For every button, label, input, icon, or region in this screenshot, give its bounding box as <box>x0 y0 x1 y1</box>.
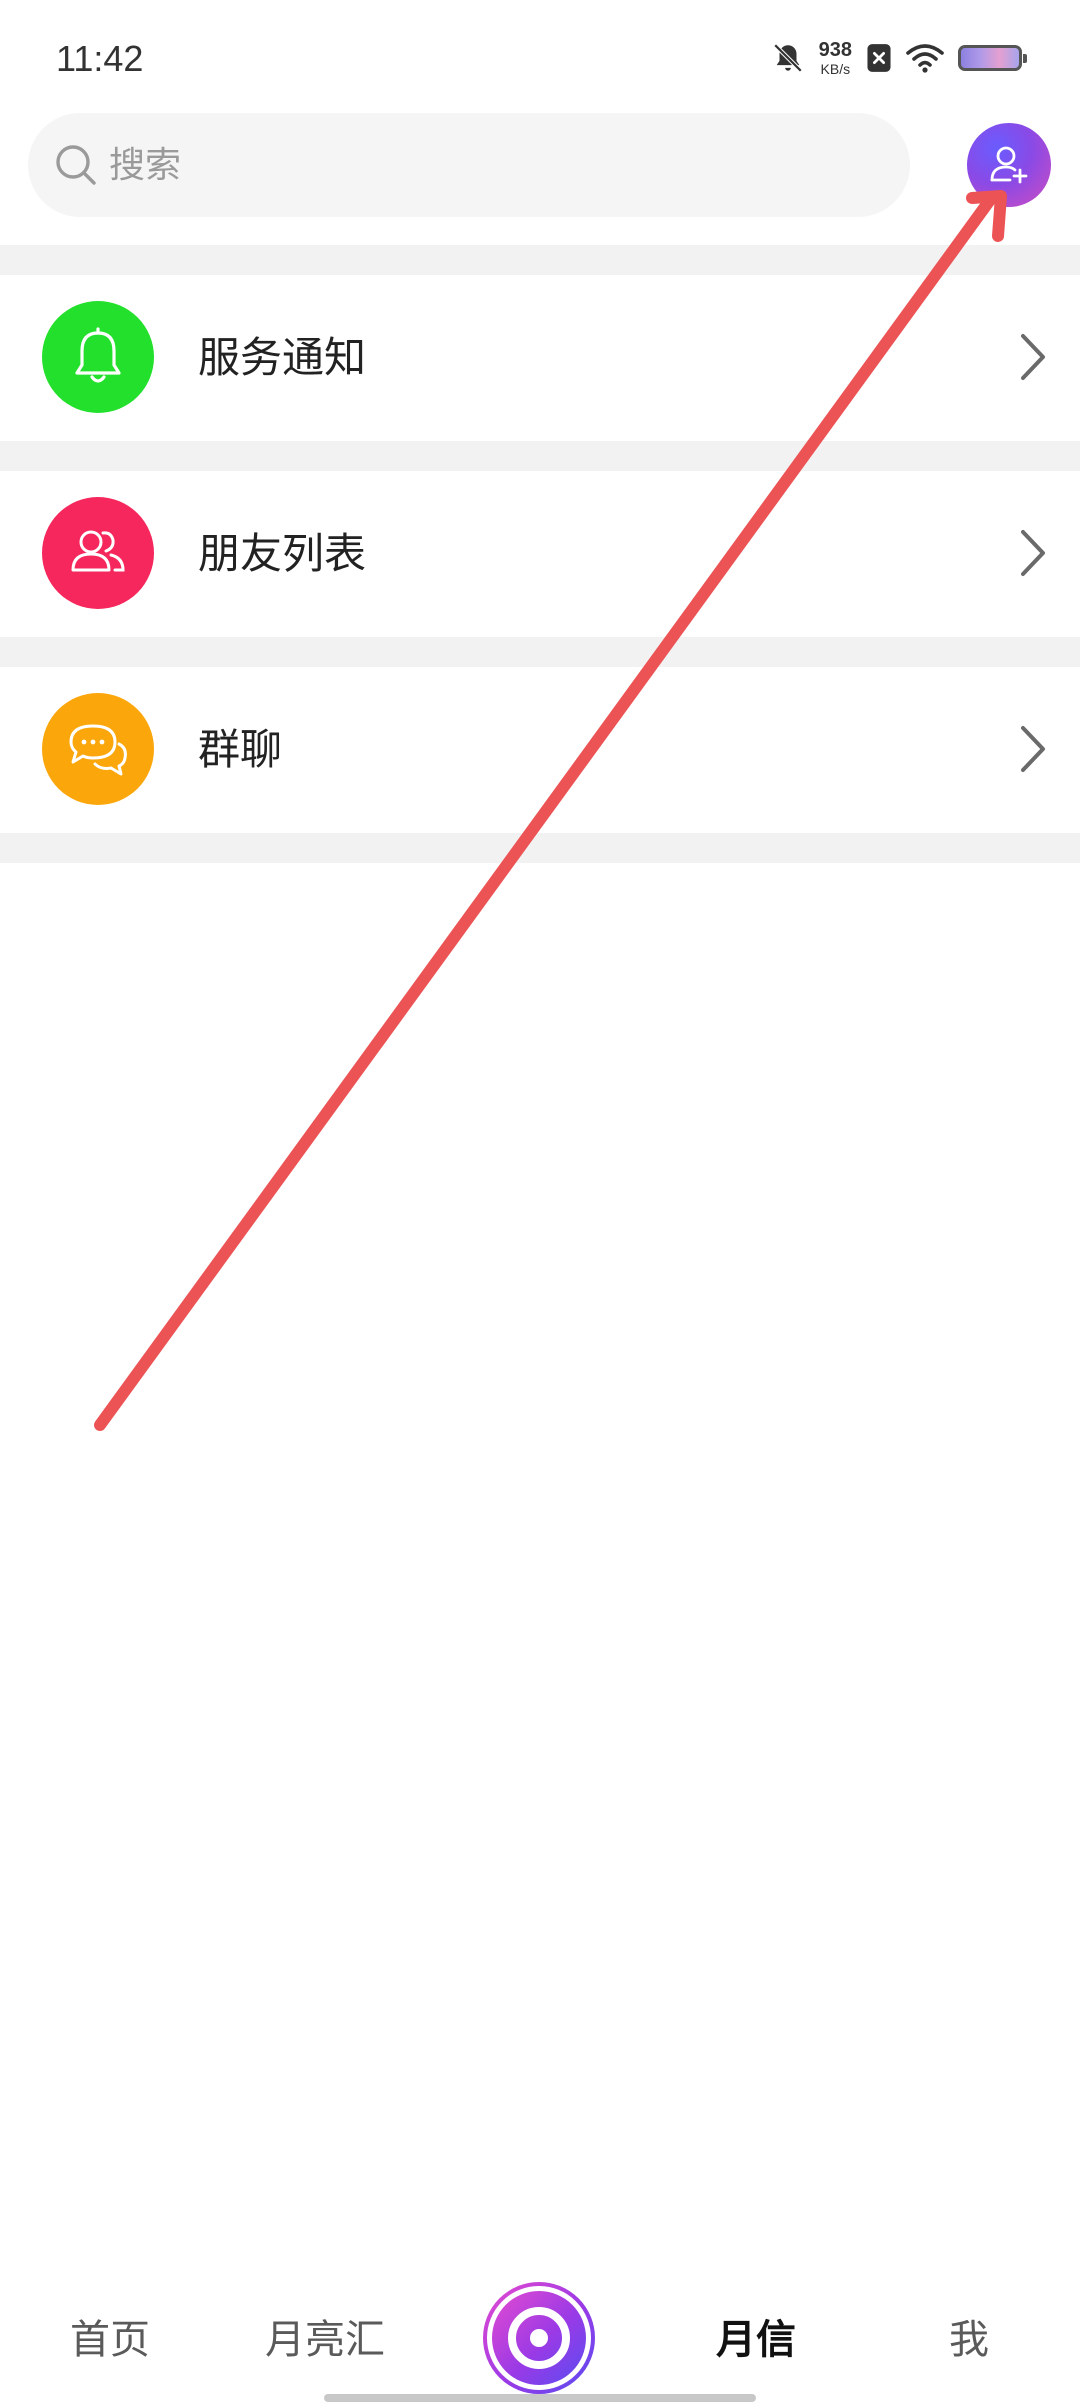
add-friend-button[interactable] <box>967 123 1051 207</box>
list-item-friend-list[interactable]: 朋友列表 <box>0 471 1080 637</box>
messages-screen: 11:42 938 KB/s 搜索 服务通知 朋友列表 群聊 首页 月亮汇 月信… <box>0 0 1080 2408</box>
row-label: 群聊 <box>198 725 283 774</box>
status-time: 11:42 <box>56 38 144 79</box>
bottom-nav: 首页 月亮汇 月信 我 <box>0 2270 1080 2408</box>
section-divider <box>0 245 1080 275</box>
center-target-icon <box>483 2282 595 2394</box>
status-icons: 938 KB/s <box>771 40 1027 76</box>
chat-bubbles-icon <box>63 714 133 784</box>
net-speed-unit: KB/s <box>820 61 851 77</box>
list-item-service-notifications[interactable]: 服务通知 <box>0 275 1080 441</box>
net-speed: 938 KB/s <box>819 40 852 76</box>
status-bar: 11:42 938 KB/s <box>0 0 1080 110</box>
bell-off-icon <box>771 41 805 75</box>
search-input[interactable] <box>107 143 811 187</box>
row-icon-circle <box>42 497 154 609</box>
users-icon <box>65 520 131 586</box>
battery-icon <box>958 45 1027 71</box>
search-icon <box>53 142 99 188</box>
bell-icon <box>66 325 130 389</box>
row-label: 朋友列表 <box>198 529 367 578</box>
person-add-icon <box>986 142 1032 188</box>
chevron-right-icon <box>1018 527 1048 579</box>
row-icon-circle <box>42 693 154 805</box>
row-label: 服务通知 <box>198 333 367 382</box>
chevron-right-icon <box>1018 331 1048 383</box>
close-box-icon <box>866 43 892 73</box>
section-divider <box>0 637 1080 667</box>
chevron-right-icon <box>1018 723 1048 775</box>
nav-item-center[interactable] <box>479 2278 599 2398</box>
nav-item-home[interactable]: 首页 <box>60 2310 160 2370</box>
section-divider <box>0 833 1080 863</box>
net-speed-value: 938 <box>818 39 852 61</box>
home-indicator <box>324 2394 756 2402</box>
nav-item-messages[interactable]: 月信 <box>706 2310 806 2370</box>
section-divider <box>0 441 1080 471</box>
nav-item-me[interactable]: 我 <box>934 2310 1004 2370</box>
list-item-group-chat[interactable]: 群聊 <box>0 667 1080 833</box>
row-icon-circle <box>42 301 154 413</box>
search-bar[interactable] <box>28 113 910 217</box>
nav-item-moon-hub[interactable]: 月亮汇 <box>250 2310 400 2370</box>
wifi-icon <box>906 43 944 73</box>
